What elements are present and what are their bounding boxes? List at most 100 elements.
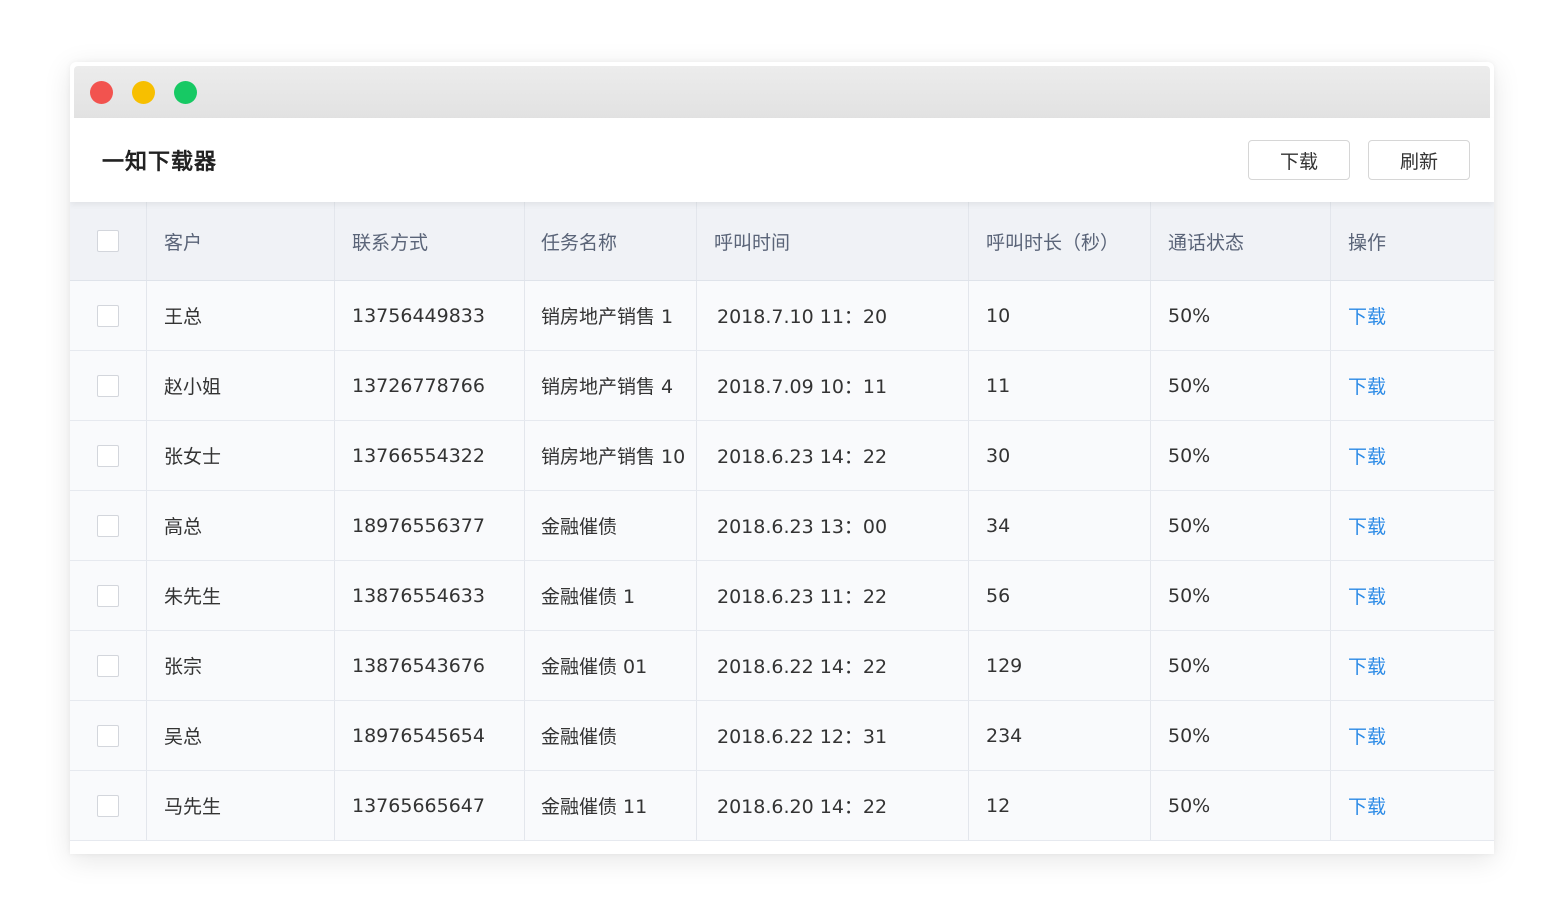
customer-value: 吴总: [164, 726, 203, 748]
row-download-link[interactable]: 下载: [1348, 442, 1386, 469]
row-download-link[interactable]: 下载: [1348, 652, 1386, 679]
cell-task: 销房地产销售 1: [525, 281, 697, 350]
table-row: 赵小姐 13726778766 销房地产销售 4 2018.7.09 10：11 11 5…: [70, 351, 1494, 421]
duration-value: 234: [986, 724, 1023, 747]
duration-value: 11: [986, 374, 1011, 397]
row-download-link[interactable]: 下载: [1348, 372, 1386, 399]
cell-status: 50%: [1151, 421, 1331, 490]
cell-phone: 18976556377: [335, 491, 525, 560]
time-value: 2018.6.23 13：00: [717, 516, 888, 538]
row-checkbox[interactable]: [97, 514, 119, 537]
cell-customer: 张宗: [147, 631, 335, 700]
duration-value: 12: [986, 794, 1011, 817]
row-checkbox[interactable]: [97, 444, 119, 467]
cell-customer: 张女士: [147, 421, 335, 490]
cell-phone: 13726778766: [335, 351, 525, 420]
cell-customer: 朱先生: [147, 561, 335, 630]
column-header-customer: 客户: [147, 202, 335, 280]
cell-phone: 13756449833: [335, 281, 525, 350]
task-value: 金融催债: [541, 516, 618, 538]
cell-status: 50%: [1151, 701, 1331, 770]
phone-value: 13756449833: [352, 304, 485, 327]
time-value: 2018.6.20 14：22: [717, 796, 888, 818]
refresh-button[interactable]: 刷新: [1368, 140, 1470, 180]
task-value: 金融催债 11: [541, 796, 648, 818]
column-header-task: 任务名称: [525, 202, 697, 280]
task-value: 销房地产销售 1: [541, 306, 674, 328]
cell-action: 下载: [1331, 631, 1494, 700]
row-checkbox[interactable]: [97, 794, 119, 817]
row-checkbox-cell: [70, 351, 147, 420]
cell-phone: 13876554633: [335, 561, 525, 630]
phone-value: 18976556377: [352, 514, 485, 537]
customer-value: 王总: [164, 306, 203, 328]
cell-task: 金融催债: [525, 701, 697, 770]
row-checkbox-cell: [70, 491, 147, 560]
row-download-link[interactable]: 下载: [1348, 792, 1386, 819]
cell-customer: 马先生: [147, 771, 335, 840]
table-row: 张女士 13766554322 销房地产销售 10 2018.6.23 14：22 30…: [70, 421, 1494, 491]
cell-task: 金融催债 01: [525, 631, 697, 700]
duration-value: 34: [986, 514, 1011, 537]
customer-value: 张宗: [164, 656, 203, 678]
cell-status: 50%: [1151, 491, 1331, 560]
row-checkbox-cell: [70, 421, 147, 490]
time-value: 2018.6.22 14：22: [717, 656, 888, 678]
duration-value: 10: [986, 304, 1011, 327]
cell-duration: 34: [969, 491, 1151, 560]
duration-value: 129: [986, 654, 1023, 677]
cell-duration: 11: [969, 351, 1151, 420]
cell-time: 2018.7.09 10：11: [697, 351, 969, 420]
status-value: 50%: [1168, 794, 1211, 817]
app-title: 一知下载器: [102, 150, 218, 175]
cell-action: 下载: [1331, 491, 1494, 560]
row-checkbox-cell: [70, 631, 147, 700]
cell-phone: 13766554322: [335, 421, 525, 490]
table-row: 马先生 13765665647 金融催债 11 2018.6.20 14：22 12 50…: [70, 771, 1494, 841]
cell-time: 2018.6.22 12：31: [697, 701, 969, 770]
phone-value: 18976545654: [352, 724, 485, 747]
column-header-call-time: 呼叫时间: [697, 202, 969, 280]
customer-value: 朱先生: [164, 586, 222, 608]
table-row: 张宗 13876543676 金融催债 01 2018.6.22 14：22 129 50…: [70, 631, 1494, 701]
cell-action: 下载: [1331, 351, 1494, 420]
minimize-window-button[interactable]: [132, 81, 155, 104]
download-button[interactable]: 下载: [1248, 140, 1350, 180]
row-checkbox-cell: [70, 771, 147, 840]
cell-status: 50%: [1151, 631, 1331, 700]
customer-value: 高总: [164, 516, 203, 538]
duration-value: 56: [986, 584, 1011, 607]
time-value: 2018.6.23 11：22: [717, 586, 888, 608]
phone-value: 13876554633: [352, 584, 485, 607]
time-value: 2018.6.22 12：31: [717, 726, 888, 748]
row-checkbox[interactable]: [97, 374, 119, 397]
table-row: 高总 18976556377 金融催债 2018.6.23 13：00 34 50% 下载: [70, 491, 1494, 561]
app-window: 一知下载器 下载 刷新 客户 联系方式 任务名称 呼叫时间 呼叫时长（秒） 通话…: [70, 62, 1494, 854]
call-records-table: 客户 联系方式 任务名称 呼叫时间 呼叫时长（秒） 通话状态 操作 王总 1375…: [70, 202, 1494, 841]
title-bar: [74, 66, 1490, 118]
status-value: 50%: [1168, 514, 1211, 537]
cell-phone: 18976545654: [335, 701, 525, 770]
row-download-link[interactable]: 下载: [1348, 722, 1386, 749]
task-value: 销房地产销售 10: [541, 446, 686, 468]
status-value: 50%: [1168, 444, 1211, 467]
select-all-checkbox[interactable]: [97, 230, 119, 252]
customer-value: 赵小姐: [164, 376, 222, 398]
cell-time: 2018.6.22 14：22: [697, 631, 969, 700]
row-download-link[interactable]: 下载: [1348, 582, 1386, 609]
cell-time: 2018.7.10 11：20: [697, 281, 969, 350]
cell-duration: 30: [969, 421, 1151, 490]
row-checkbox[interactable]: [97, 584, 119, 607]
row-checkbox[interactable]: [97, 724, 119, 747]
cell-status: 50%: [1151, 561, 1331, 630]
cell-phone: 13765665647: [335, 771, 525, 840]
row-download-link[interactable]: 下载: [1348, 512, 1386, 539]
status-value: 50%: [1168, 304, 1211, 327]
close-window-button[interactable]: [90, 81, 113, 104]
cell-customer: 高总: [147, 491, 335, 560]
row-checkbox[interactable]: [97, 654, 119, 677]
row-download-link[interactable]: 下载: [1348, 302, 1386, 329]
table-row: 吴总 18976545654 金融催债 2018.6.22 12：31 234 50% 下载: [70, 701, 1494, 771]
row-checkbox[interactable]: [97, 304, 119, 327]
maximize-window-button[interactable]: [174, 81, 197, 104]
